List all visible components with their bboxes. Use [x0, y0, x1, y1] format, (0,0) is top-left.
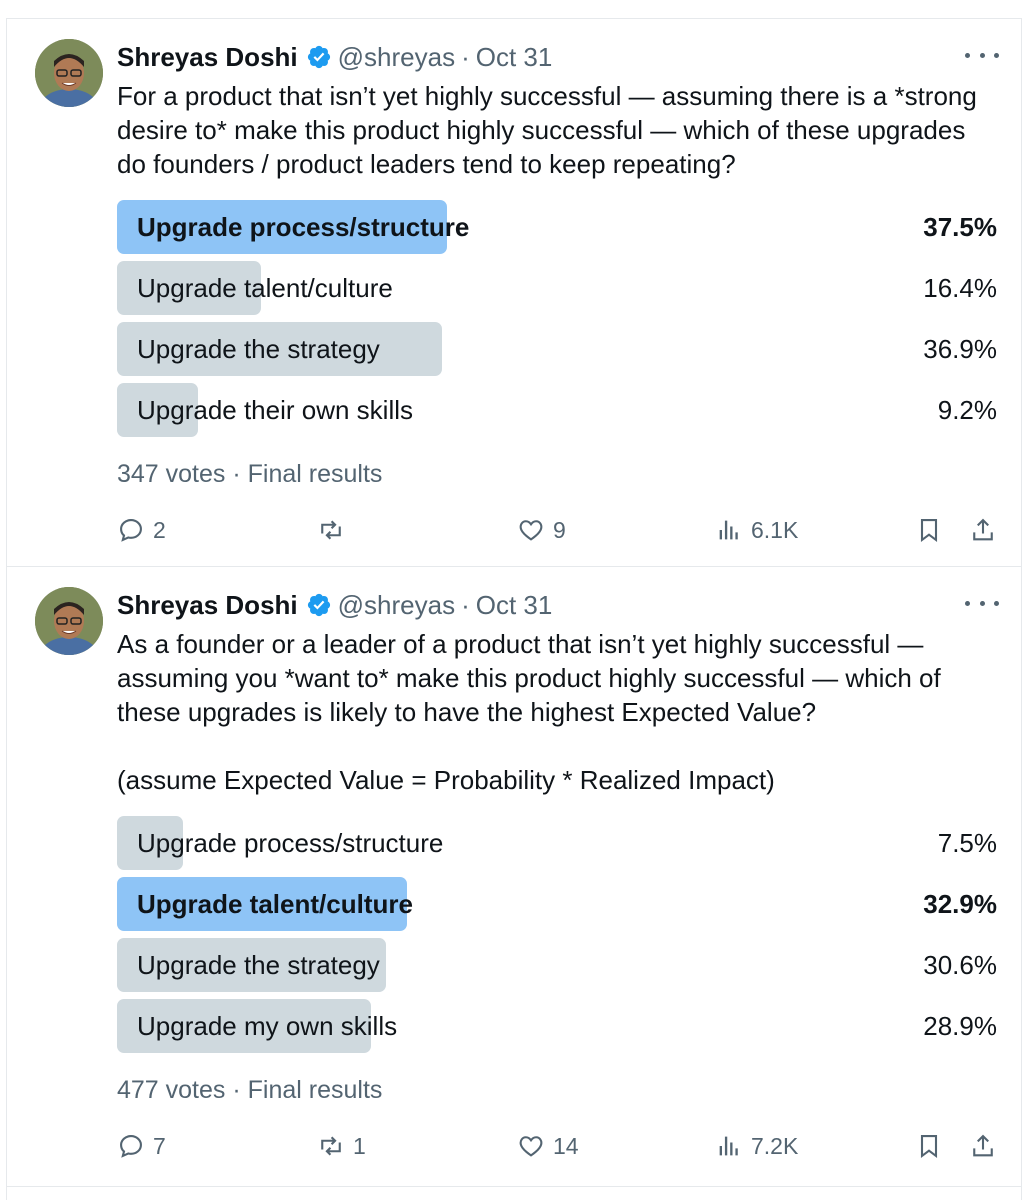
- like-icon: [519, 1136, 543, 1157]
- poll-option: Upgrade process/structure 37.5%: [117, 200, 997, 254]
- repost-icon: [321, 1136, 341, 1156]
- like-button[interactable]: 14: [517, 1129, 579, 1163]
- poll-option-label: Upgrade their own skills: [137, 394, 414, 425]
- bookmark-button[interactable]: [915, 1129, 943, 1163]
- poll-option-percent: 9.2%: [937, 394, 997, 425]
- share-button[interactable]: [969, 1129, 997, 1163]
- verified-icon: [307, 45, 330, 69]
- author-handle[interactable]: @shreyas: [338, 590, 455, 621]
- tweet-date[interactable]: Oct 31: [476, 42, 553, 73]
- poll-option-label: Upgrade process/structure: [137, 211, 470, 242]
- poll-option-label: Upgrade talent/culture: [137, 272, 393, 303]
- views-icon: [719, 1136, 738, 1156]
- tweet-text: As a founder or a leader of a product th…: [117, 629, 941, 795]
- poll-option: Upgrade talent/culture 32.9%: [117, 877, 997, 931]
- tweet-header: Shreyas Doshi @shreyas · Oct 31: [117, 587, 552, 623]
- repost-icon: [321, 520, 341, 540]
- reply-button[interactable]: 2: [117, 513, 166, 547]
- poll: Upgrade process/structure 37.5% Upgrade ta…: [117, 200, 997, 444]
- poll-option-percent: 30.6%: [923, 949, 997, 980]
- poll-option: Upgrade process/structure 7.5%: [117, 816, 997, 870]
- poll-option: Upgrade their own skills 9.2%: [117, 383, 997, 437]
- poll-option: Upgrade talent/culture 16.4%: [117, 261, 997, 315]
- reply-icon: [120, 519, 142, 542]
- share-button[interactable]: [969, 513, 997, 547]
- tweet[interactable]: Shreyas Doshi @shreyas · Oct 31 As a fou…: [7, 567, 1021, 1187]
- poll: Upgrade process/structure 7.5% Upgrade tal…: [117, 816, 997, 1060]
- repost-button[interactable]: [317, 513, 353, 547]
- tweet-actions: 7 1 14 7.2K: [117, 1129, 1007, 1163]
- poll-option: Upgrade the strategy 36.9%: [117, 322, 997, 376]
- poll-option-label: Upgrade process/structure: [137, 827, 444, 858]
- poll-option-percent: 36.9%: [923, 333, 997, 364]
- more-icon[interactable]: [965, 43, 999, 67]
- tweet-date[interactable]: Oct 31: [476, 590, 553, 621]
- bookmark-icon: [920, 1135, 938, 1159]
- tweet-actions: 2 9 6.1K: [117, 513, 1007, 547]
- views-button[interactable]: 7.2K: [715, 1129, 798, 1163]
- author-name[interactable]: Shreyas Doshi: [117, 42, 298, 73]
- views-button[interactable]: 6.1K: [715, 513, 798, 547]
- separator: ·: [461, 41, 470, 72]
- reply-button[interactable]: 7: [117, 1129, 166, 1163]
- more-icon[interactable]: [965, 591, 999, 615]
- share-icon: [973, 518, 993, 541]
- verified-icon: [307, 593, 330, 617]
- poll-option-percent: 37.5%: [923, 211, 997, 242]
- poll-option-percent: 32.9%: [923, 888, 997, 919]
- like-count: 9: [553, 516, 566, 543]
- timeline: Shreyas Doshi @shreyas · Oct 31 For a pr…: [6, 18, 1022, 1200]
- repost-button[interactable]: 1: [317, 1129, 366, 1163]
- poll-option-label: Upgrade talent/culture: [137, 888, 413, 919]
- bookmark-button[interactable]: [915, 513, 943, 547]
- views-count: 6.1K: [751, 516, 799, 543]
- tweet[interactable]: Shreyas Doshi @shreyas · Oct 31 For a pr…: [7, 19, 1021, 567]
- poll-option-percent: 28.9%: [923, 1010, 997, 1041]
- reply-count: 7: [153, 1132, 166, 1159]
- author-name[interactable]: Shreyas Doshi: [117, 590, 298, 621]
- poll-votes: 477 votes · Final results: [117, 1076, 383, 1104]
- tweet-header: Shreyas Doshi @shreyas · Oct 31: [117, 39, 552, 75]
- poll-option: Upgrade my own skills 28.9%: [117, 999, 997, 1053]
- repost-count: 1: [353, 1132, 366, 1159]
- avatar[interactable]: [35, 587, 103, 655]
- views-icon: [719, 520, 738, 540]
- poll-votes: 347 votes · Final results: [117, 460, 383, 488]
- views-count: 7.2K: [751, 1132, 799, 1159]
- tweet-text: For a product that isn’t yet highly succ…: [117, 81, 977, 179]
- reply-count: 2: [153, 516, 166, 543]
- poll-option: Upgrade the strategy 30.6%: [117, 938, 997, 992]
- avatar[interactable]: [35, 39, 103, 107]
- like-icon: [519, 520, 543, 541]
- poll-option-percent: 7.5%: [937, 827, 997, 858]
- author-handle[interactable]: @shreyas: [338, 42, 455, 73]
- reply-icon: [120, 1135, 142, 1158]
- poll-option-label: Upgrade my own skills: [137, 1010, 398, 1041]
- share-icon: [973, 1134, 993, 1157]
- like-button[interactable]: 9: [517, 513, 566, 547]
- like-count: 14: [553, 1132, 579, 1159]
- poll-option-percent: 16.4%: [923, 272, 997, 303]
- poll-option-label: Upgrade the strategy: [137, 949, 380, 980]
- poll-option-label: Upgrade the strategy: [137, 333, 380, 364]
- bookmark-icon: [920, 519, 938, 543]
- separator: ·: [461, 589, 470, 620]
